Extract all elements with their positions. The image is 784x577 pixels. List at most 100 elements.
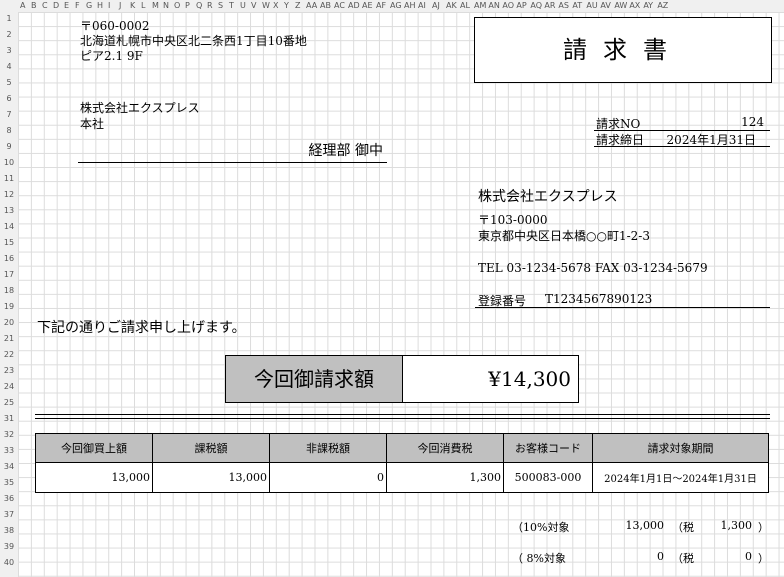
row-header-cell[interactable]: 24 (0, 383, 18, 391)
column-header-cell[interactable]: AO (502, 0, 514, 12)
row-header-cell[interactable]: 3 (0, 47, 18, 55)
row-header-cell[interactable]: 6 (0, 95, 18, 103)
column-header-cell[interactable]: AD (348, 0, 360, 12)
column-header-cell[interactable]: H (97, 0, 106, 12)
row-header-cell[interactable]: 7 (0, 111, 18, 119)
column-header-cell[interactable]: A (20, 0, 29, 12)
summary-value-cell[interactable]: 13,000 (35, 462, 153, 493)
row-header-cell[interactable]: 4 (0, 63, 18, 71)
column-header-cell[interactable]: J (119, 0, 128, 12)
column-header-cell[interactable]: I (108, 0, 117, 12)
invoice-no-value: 124 (741, 115, 764, 129)
column-header-cell[interactable]: AK (446, 0, 458, 12)
row-header-cell[interactable]: 21 (0, 335, 18, 343)
row-header-cell[interactable]: 5 (0, 79, 18, 87)
column-header-cell[interactable]: AY (643, 0, 655, 12)
issuer-address: 東京都中央区日本橋○○町1-2-3 (478, 229, 650, 243)
row-header-cell[interactable]: 25 (0, 399, 18, 407)
row-header-cell[interactable]: 40 (0, 559, 18, 567)
column-header-cell[interactable]: AG (390, 0, 402, 12)
column-header-cell[interactable]: X (273, 0, 282, 12)
row-header-cell[interactable]: 31 (0, 415, 18, 423)
column-header-cell[interactable]: W (262, 0, 271, 12)
row-header-cell[interactable]: 14 (0, 223, 18, 231)
summary-value-cell[interactable]: 0 (269, 462, 387, 493)
column-header-cell[interactable]: G (86, 0, 95, 12)
column-header-cell[interactable]: Y (284, 0, 293, 12)
summary-value-cell[interactable]: 13,000 (152, 462, 270, 493)
column-header-cell[interactable]: R (207, 0, 216, 12)
column-header-cell[interactable]: AJ (432, 0, 444, 12)
row-header-cell[interactable]: 9 (0, 143, 18, 151)
row-header-cell[interactable]: 20 (0, 319, 18, 327)
column-header-cell[interactable]: M (152, 0, 161, 12)
row-header-cell[interactable]: 17 (0, 271, 18, 279)
column-header-cell[interactable]: T (229, 0, 238, 12)
column-header-cell[interactable]: AX (629, 0, 641, 12)
column-header-cell[interactable]: AA (306, 0, 318, 12)
column-header-cell[interactable]: AV (600, 0, 612, 12)
row-header-cell[interactable]: 1 (0, 15, 18, 23)
column-header-cell[interactable]: V (251, 0, 260, 12)
row-header-cell[interactable]: 16 (0, 255, 18, 263)
row-header-cell[interactable]: 18 (0, 287, 18, 295)
row-header-cell[interactable]: 15 (0, 239, 18, 247)
recipient-company: 株式会社エクスプレス (80, 101, 200, 115)
row-header-cell[interactable]: 12 (0, 191, 18, 199)
row-header-cell[interactable]: 35 (0, 479, 18, 487)
row-header-cell[interactable]: 22 (0, 351, 18, 359)
row-header-cell[interactable]: 38 (0, 527, 18, 535)
row-header-cell[interactable]: 37 (0, 511, 18, 519)
column-header-cell[interactable]: AT (572, 0, 584, 12)
column-header-cell[interactable]: Q (196, 0, 205, 12)
column-header-cell[interactable]: S (218, 0, 227, 12)
column-header-cell[interactable]: Z (295, 0, 304, 12)
summary-value-row: 13,000 13,000 0 1,300 500083-000 2024年1月… (35, 462, 769, 493)
row-header-cell[interactable]: 2 (0, 31, 18, 39)
row-header-cell[interactable]: 23 (0, 367, 18, 375)
column-header-cell[interactable]: AM (474, 0, 486, 12)
column-header-cell[interactable]: B (31, 0, 40, 12)
column-header-cell[interactable]: AQ (530, 0, 542, 12)
row-header-cell[interactable]: 8 (0, 127, 18, 135)
row-header-cell[interactable]: 33 (0, 447, 18, 455)
column-header-cell[interactable]: AW (614, 0, 627, 12)
column-header-cell[interactable]: AR (544, 0, 556, 12)
column-header-cell[interactable]: AU (586, 0, 598, 12)
row-header-cell[interactable]: 10 (0, 159, 18, 167)
column-header-cell[interactable]: N (163, 0, 172, 12)
row-header-cell[interactable]: 13 (0, 207, 18, 215)
summary-value-cell[interactable]: 1,300 (386, 462, 504, 493)
column-header-cell[interactable]: O (174, 0, 183, 12)
row-header-cell[interactable]: 19 (0, 303, 18, 311)
row-headers[interactable]: 1 2 3 4 5 6 7 8 9 10 11 12 13 14 15 16 17 18 19 20 21 22 23 24 2… (0, 12, 19, 577)
summary-header-row: 今回御買上額 課税額 非課税額 今回消費税 お客様コード 請求対象期間 (35, 433, 769, 463)
column-header-cell[interactable]: AF (376, 0, 388, 12)
column-header-cell[interactable]: L (141, 0, 150, 12)
row-header-cell[interactable]: 11 (0, 175, 18, 183)
column-header-cell[interactable]: AE (362, 0, 374, 12)
column-header-cell[interactable]: K (130, 0, 139, 12)
column-header-cell[interactable]: P (185, 0, 194, 12)
column-header-cell[interactable]: AZ (657, 0, 669, 12)
column-header-cell[interactable]: D (53, 0, 62, 12)
column-header-cell[interactable]: AI (418, 0, 430, 12)
column-header-cell[interactable]: AC (334, 0, 346, 12)
row-header-cell[interactable]: 32 (0, 431, 18, 439)
column-header-cell[interactable]: AH (404, 0, 416, 12)
tax10-amount: 13,000 (625, 519, 665, 532)
column-header-cell[interactable]: AS (558, 0, 570, 12)
row-header-cell[interactable]: 39 (0, 543, 18, 551)
summary-value-cell[interactable]: 500083-000 (503, 462, 593, 493)
column-header-cell[interactable]: C (42, 0, 51, 12)
column-header-cell[interactable]: AL (460, 0, 472, 12)
column-header-cell[interactable]: AB (320, 0, 332, 12)
column-header-cell[interactable]: AN (488, 0, 500, 12)
column-header-cell[interactable]: U (240, 0, 249, 12)
row-header-cell[interactable]: 34 (0, 463, 18, 471)
column-header-cell[interactable]: AP (516, 0, 528, 12)
column-header-cell[interactable]: F (75, 0, 84, 12)
summary-value-cell[interactable]: 2024年1月1日～2024年1月31日 (592, 462, 769, 493)
row-header-cell[interactable]: 36 (0, 495, 18, 503)
column-header-cell[interactable]: E (64, 0, 73, 12)
